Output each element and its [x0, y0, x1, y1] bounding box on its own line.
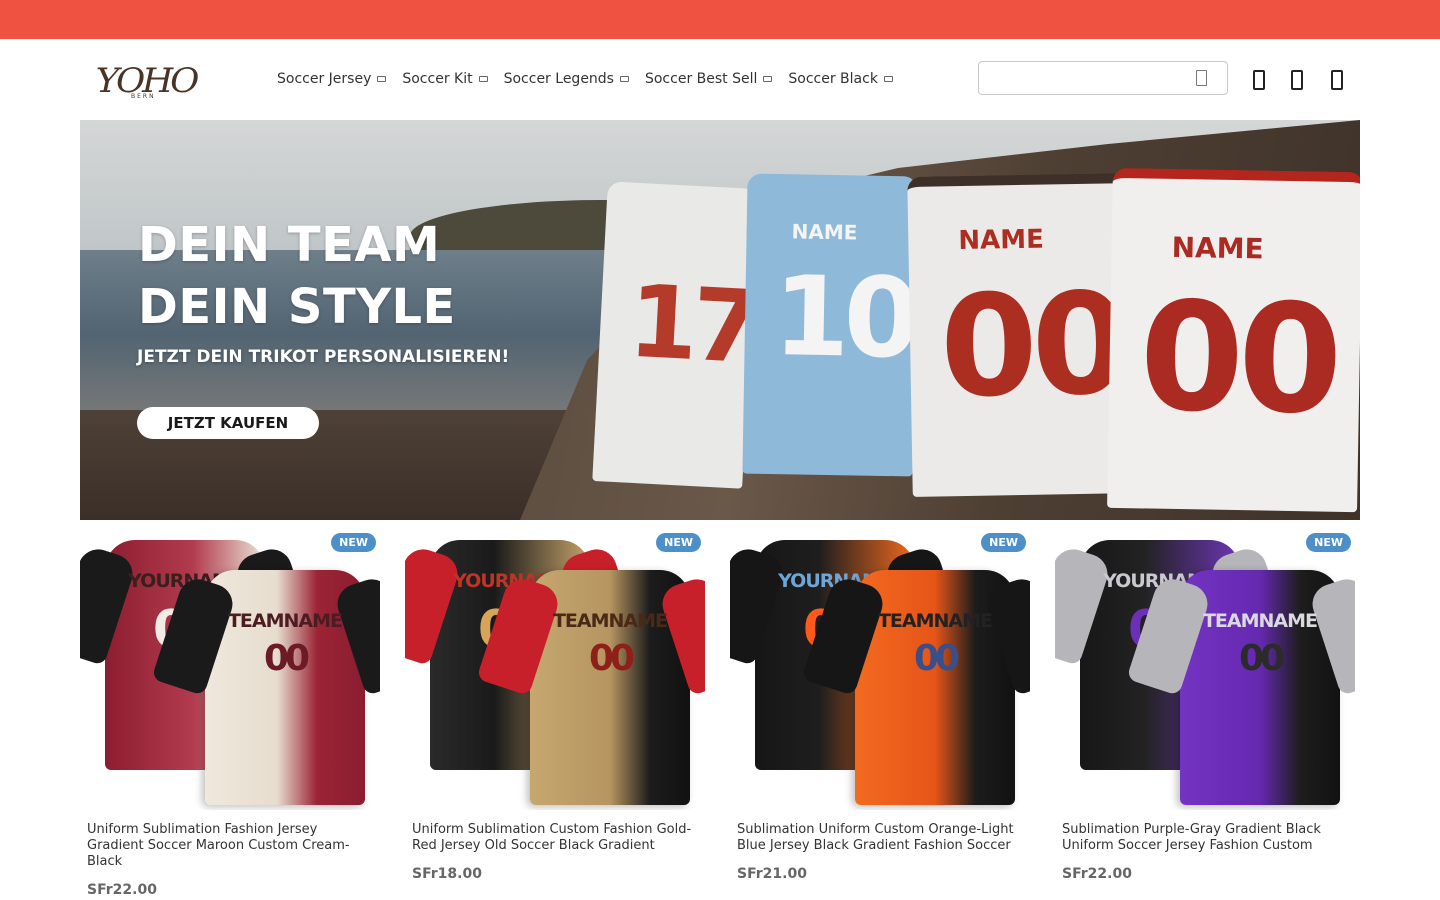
hero-shirt: NAME 10 — [742, 173, 918, 477]
search-icon[interactable] — [1196, 70, 1207, 86]
nav-item-soccer-jersey[interactable]: Soccer Jersey — [277, 69, 387, 89]
nav-item-label: Soccer Jersey — [277, 71, 372, 87]
hero-banner[interactable]: 17 NAME 10 NAME 00 NAME 00 DEIN TEAM DEI… — [80, 120, 1360, 520]
hero-subtitle: JETZT DEIN TRIKOT PERSONALISIEREN! — [137, 347, 510, 367]
jersey-name-print: TEAMNAME — [552, 610, 668, 632]
product-card[interactable]: NEW YOURNAME 00 TEAMNAME 00 Uniform Subl… — [405, 525, 705, 898]
hero-title-line: DEIN TEAM — [138, 217, 441, 273]
jersey-front-view: TEAMNAME 00 — [476, 570, 705, 805]
product-image[interactable]: NEW YOURNAME 00 TEAMNAME 00 — [1055, 525, 1355, 810]
site-header: YOHO BERN Soccer Jersey Soccer Kit Socce… — [0, 39, 1440, 120]
nav-item-soccer-legends[interactable]: Soccer Legends — [504, 69, 629, 89]
new-badge: NEW — [1306, 533, 1351, 552]
jersey-name-print: TEAMNAME — [877, 610, 993, 632]
nav-item-soccer-black[interactable]: Soccer Black — [788, 69, 893, 89]
chevron-down-icon — [478, 76, 488, 82]
jersey-front-view: TEAMNAME 00 — [1126, 570, 1355, 805]
hero-shirt: NAME 00 — [907, 173, 1133, 497]
jersey-name-print: TEAMNAME — [227, 610, 343, 632]
hero-shirt-name: NAME — [791, 219, 858, 245]
product-image[interactable]: NEW YOURNAME 00 TEAMNAME 00 — [405, 525, 705, 810]
new-badge: NEW — [981, 533, 1026, 552]
product-price: SFr22.00 — [87, 882, 157, 898]
product-price: SFr22.00 — [1062, 866, 1132, 882]
product-card[interactable]: NEW YOURNAME 00 TEAMNAME 00 Sublimation … — [730, 525, 1030, 898]
product-title[interactable]: Uniform Sublimation Fashion Jersey Gradi… — [80, 822, 380, 870]
announcement-bar — [0, 0, 1440, 39]
search-input[interactable] — [979, 62, 1184, 94]
jersey-number-print: 00 — [1238, 638, 1285, 679]
jersey-name-print: TEAMNAME — [1202, 610, 1318, 632]
product-title[interactable]: Uniform Sublimation Custom Fashion Gold-… — [405, 822, 705, 854]
main-nav: Soccer Jersey Soccer Kit Soccer Legends … — [277, 69, 893, 89]
chevron-down-icon — [619, 76, 629, 82]
jersey-number-print: 00 — [913, 638, 960, 679]
nav-item-soccer-best-sell[interactable]: Soccer Best Sell — [644, 69, 773, 89]
product-grid: NEW YOURNAME 00 TEAMNAME 00 Uniform Subl… — [80, 525, 1370, 898]
wishlist-icon[interactable] — [1291, 70, 1303, 90]
nav-item-label: Soccer Best Sell — [644, 71, 758, 87]
product-card[interactable]: NEW YOURNAME 00 TEAMNAME 00 Uniform Subl… — [80, 525, 380, 898]
product-title[interactable]: Sublimation Uniform Custom Orange-Light … — [730, 822, 1030, 854]
chevron-down-icon — [377, 76, 387, 82]
jersey-front-view: TEAMNAME 00 — [151, 570, 380, 805]
hero-shirt: NAME 00 — [1107, 167, 1360, 513]
logo-subtext: BERN — [131, 93, 156, 100]
chevron-down-icon — [763, 76, 773, 82]
search-box — [978, 61, 1228, 95]
hero-title: DEIN TEAM DEIN STYLE — [138, 214, 456, 338]
jersey-front-view: TEAMNAME 00 — [801, 570, 1030, 805]
product-title[interactable]: Sublimation Purple-Gray Gradient Black U… — [1055, 822, 1355, 854]
new-badge: NEW — [656, 533, 701, 552]
shop-now-button[interactable]: JETZT KAUFEN — [137, 407, 319, 439]
hero-shirt-name: NAME — [958, 224, 1045, 257]
product-card[interactable]: NEW YOURNAME 00 TEAMNAME 00 Sublimation … — [1055, 525, 1355, 898]
product-price: SFr18.00 — [412, 866, 482, 882]
account-icon[interactable] — [1253, 70, 1265, 90]
nav-item-label: Soccer Kit — [402, 71, 473, 87]
hero-shirt-number: 00 — [1138, 270, 1338, 448]
hero-shirt-name: NAME — [1171, 230, 1264, 266]
chevron-down-icon — [883, 76, 893, 82]
product-image[interactable]: NEW YOURNAME 00 TEAMNAME 00 — [80, 525, 380, 810]
nav-item-label: Soccer Black — [788, 71, 878, 87]
logo[interactable]: YOHO BERN — [96, 61, 200, 101]
product-price: SFr21.00 — [737, 866, 807, 882]
hero-shirt-number: 00 — [938, 263, 1125, 430]
product-image[interactable]: NEW YOURNAME 00 TEAMNAME 00 — [730, 525, 1030, 810]
hero-title-line: DEIN STYLE — [138, 279, 456, 335]
nav-item-soccer-kit[interactable]: Soccer Kit — [402, 69, 488, 89]
hero-shirt-number: 17 — [625, 262, 759, 387]
jersey-number-print: 00 — [263, 638, 310, 679]
nav-item-label: Soccer Legends — [503, 71, 614, 87]
cart-icon[interactable] — [1331, 70, 1343, 90]
jersey-number-print: 00 — [588, 638, 635, 679]
hero-shirt-number: 10 — [772, 252, 916, 383]
hero-shirt: 17 — [592, 181, 759, 489]
new-badge: NEW — [331, 533, 376, 552]
